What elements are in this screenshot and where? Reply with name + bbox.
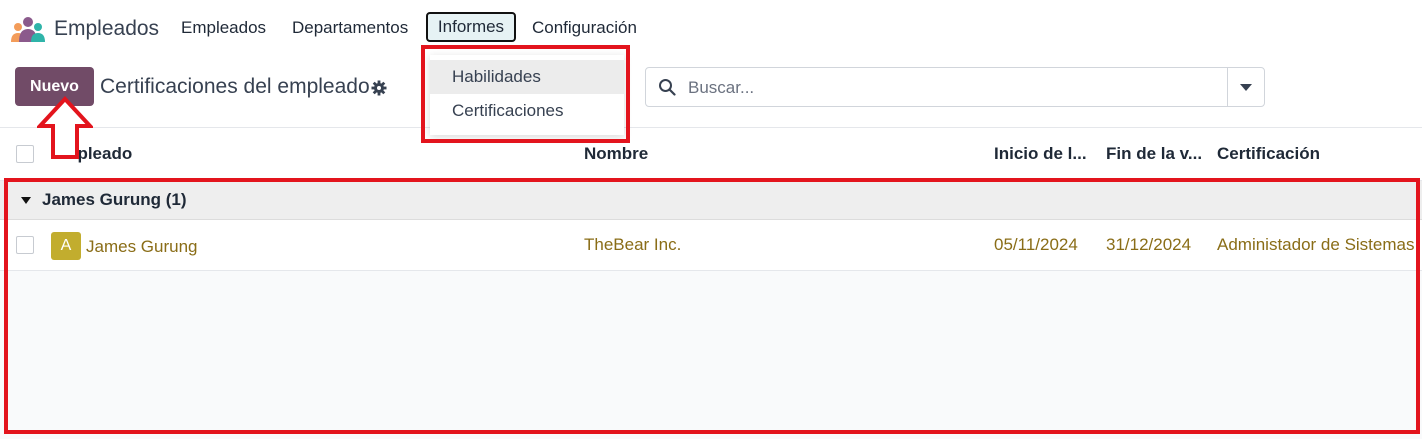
reports-dropdown: Habilidades Certificaciones [430,55,624,135]
column-nombre[interactable]: Nombre [584,144,784,164]
menu-departamentos[interactable]: Departamentos [292,18,408,38]
search-bar [645,67,1265,107]
group-row[interactable]: James Gurung (1) [0,181,1422,220]
page-title: Certificaciones del empleado [100,75,370,98]
caret-down-icon [21,197,31,204]
caret-down-icon [1240,84,1252,91]
search-options-toggle[interactable] [1227,68,1264,106]
avatar: A [51,232,81,260]
row-checkbox[interactable] [16,236,34,254]
table-header: Empleado Nombre Inicio de l... Fin de la… [0,128,1422,181]
menu-configuracion[interactable]: Configuración [532,18,637,38]
column-inicio[interactable]: Inicio de l... [994,144,1094,164]
app-name[interactable]: Empleados [54,17,159,41]
dropdown-item-certificaciones[interactable]: Certificaciones [430,94,624,128]
annotation-up-arrow-icon [37,96,93,159]
top-navbar: Empleados Empleados Departamentos Inform… [0,0,1422,58]
menu-empleados[interactable]: Empleados [181,18,266,38]
select-all-checkbox[interactable] [16,145,34,163]
list-view: Empleado Nombre Inicio de l... Fin de la… [0,127,1422,439]
column-certificacion[interactable]: Certificación [1217,144,1417,164]
gear-icon[interactable] [371,80,387,96]
group-label: James Gurung (1) [42,190,187,209]
search-input[interactable] [686,74,1230,102]
cell-name[interactable]: TheBear Inc. [584,235,681,255]
cell-start-date[interactable]: 05/11/2024 [994,235,1078,255]
cell-employee[interactable]: James Gurung [86,237,198,257]
cell-end-date[interactable]: 31/12/2024 [1106,235,1191,255]
employees-app-icon[interactable] [10,15,46,43]
search-icon [659,79,676,96]
cell-certification[interactable]: Administador de Sistemas [1217,235,1414,255]
table-row[interactable]: A James Gurung TheBear Inc. 05/11/2024 3… [0,220,1422,271]
menu-informes[interactable]: Informes [426,12,516,42]
dropdown-item-habilidades[interactable]: Habilidades [430,60,624,94]
column-fin[interactable]: Fin de la v... [1106,144,1206,164]
